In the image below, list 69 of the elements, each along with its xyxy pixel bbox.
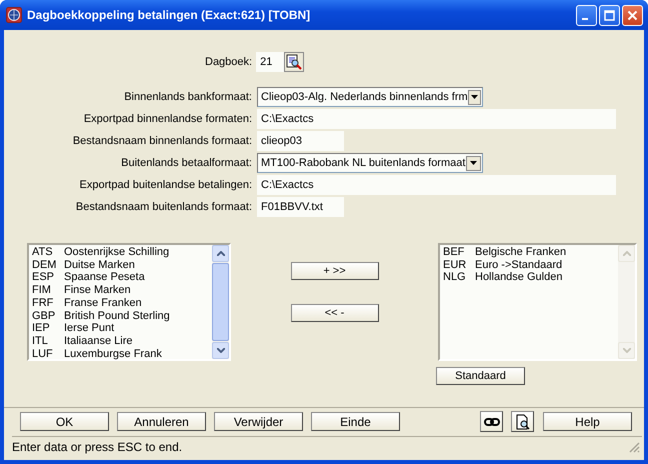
currency-code: DEM (32, 258, 58, 272)
currency-name: Duitse Marken (64, 258, 135, 272)
move-button[interactable]: + >> (290, 262, 378, 280)
maximize-button[interactable] (599, 4, 620, 26)
print-preview-button[interactable] (511, 411, 534, 432)
currency-name: Hollandse Gulden (475, 271, 562, 284)
dropdown[interactable]: Clieop03-Alg. Nederlands binnenlands frm (257, 87, 483, 107)
link-icon (484, 416, 500, 426)
currency-code: IEP (32, 322, 51, 335)
status-text: Enter data or press ESC to end. (12, 440, 182, 454)
currency-code: ATS (32, 246, 54, 259)
currency-code: ITL (32, 334, 49, 348)
scrollbar[interactable] (212, 245, 229, 359)
currency-code: GBP (32, 310, 56, 322)
currency-name: Ierse Punt (64, 322, 114, 335)
input-field[interactable]: F01BBVV.txt (257, 197, 344, 217)
scroll-up-icon (216, 251, 224, 256)
scroll-down-icon (622, 348, 630, 353)
field-label: Bestandsnaam binnenlands formaat: (72, 135, 252, 147)
dialog-button[interactable]: Annuleren (117, 412, 206, 431)
currency-code: FRF (32, 296, 54, 310)
dropdown[interactable]: MT100-Rabobank NL buitenlands formaat (257, 153, 483, 173)
currency-name: Finse Marken (64, 284, 131, 297)
currency-code: BEF (443, 246, 466, 259)
help-button[interactable]: Help (543, 412, 632, 431)
dialog-button[interactable]: OK (20, 412, 109, 431)
scroll-up-icon (622, 251, 630, 256)
currency-code: NLG (443, 271, 467, 284)
currency-code: LUF (32, 348, 54, 360)
currency-list[interactable]: BEF Belgische Franken EUR Euro ->Standaard NLG Hollandse Gulden (438, 243, 637, 361)
field-label: Exportpad binnenlandse formaten: (84, 113, 252, 125)
move-button[interactable]: << - (290, 304, 378, 322)
currency-code: FIM (32, 284, 52, 297)
currency-name: British Pound Sterling (64, 310, 170, 322)
currency-name: Italiaanse Lire (64, 334, 132, 348)
dialog-button[interactable]: Verwijder (214, 412, 303, 431)
input-field[interactable]: C:\Exactcs (257, 109, 616, 129)
lookup-button[interactable] (284, 52, 304, 72)
standaard-button[interactable]: Standaard (436, 367, 525, 385)
currency-code: EUR (443, 258, 468, 272)
field-label: Buitenlands betaalformaat: (121, 157, 252, 169)
field-label: Exportpad buitenlandse betalingen: (80, 179, 252, 191)
maximize-icon (604, 10, 615, 20)
resize-grip-icon (628, 441, 640, 453)
minimize-icon (582, 18, 588, 20)
currency-name: Belgische Franken (475, 246, 566, 259)
minimize-button[interactable] (576, 4, 597, 26)
dialog-button[interactable]: Einde (311, 412, 400, 431)
close-button[interactable] (622, 4, 643, 26)
close-icon (627, 10, 638, 20)
currency-code: ESP (32, 271, 56, 284)
print-preview-icon (516, 414, 530, 430)
currency-name: Luxemburgse Frank (64, 348, 162, 360)
link-button[interactable] (480, 411, 503, 432)
input-field[interactable]: 21 (256, 52, 284, 72)
currency-name: Oostenrijkse Schilling (64, 246, 170, 259)
window-title: Dagboekkoppeling betalingen (Exact:621) [TOBN] (27, 8, 312, 22)
currency-name: Spaanse Peseta (64, 271, 145, 284)
input-field[interactable]: clieop03 (257, 131, 344, 151)
field-label: Dagboek: (205, 56, 252, 68)
currency-name: Euro ->Standaard (475, 258, 562, 272)
currency-list[interactable]: ATS Oostenrijkse Schilling DEM Duitse Marken ESP Spaanse Peseta FIM Finse Marken FRF Franse Franken GBP British Pound Sterling IEP Ierse Punt ITL Italiaanse Lire LUF Luxemburgse Frank (27, 243, 231, 361)
search-icon (286, 54, 302, 70)
currency-name: Franse Franken (64, 296, 142, 310)
globe-icon (6, 7, 22, 23)
scroll-down-icon (216, 348, 224, 353)
input-field[interactable]: C:\Exactcs (257, 175, 616, 195)
field-label: Bestandsnaam buitenlands formaat: (76, 201, 252, 213)
field-label: Binnenlands bankformaat: (124, 91, 252, 103)
